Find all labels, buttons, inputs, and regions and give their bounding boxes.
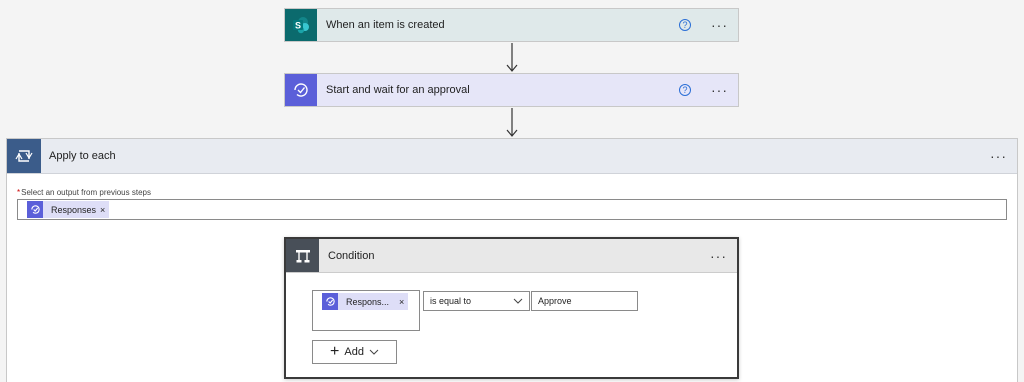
- trigger-card-header[interactable]: S When an item is created ? ···: [285, 9, 738, 41]
- approvals-icon: [322, 293, 338, 310]
- help-icon[interactable]: ?: [679, 19, 691, 31]
- chevron-down-icon: [513, 298, 523, 304]
- condition-header[interactable]: Condition ···: [286, 239, 737, 273]
- remove-token-icon[interactable]: ×: [100, 205, 105, 215]
- condition-left-operand[interactable]: Respons... ×: [312, 290, 420, 331]
- svg-text:S: S: [295, 21, 301, 31]
- condition-icon: [286, 239, 319, 272]
- required-marker: *: [17, 188, 21, 197]
- add-button[interactable]: + Add: [312, 340, 397, 364]
- more-options-icon[interactable]: ···: [990, 149, 1007, 163]
- more-options-icon[interactable]: ···: [711, 18, 728, 32]
- help-icon[interactable]: ?: [679, 84, 691, 96]
- condition-right-operand[interactable]: Approve: [531, 291, 638, 311]
- chevron-down-icon: [369, 349, 379, 355]
- more-options-icon[interactable]: ···: [710, 249, 727, 263]
- trigger-title: When an item is created: [326, 19, 445, 31]
- approval-card[interactable]: Start and wait for an approval ? ···: [284, 73, 739, 107]
- output-field-label-text: Select an output from previous steps: [21, 188, 151, 197]
- sharepoint-icon: S: [285, 9, 317, 41]
- approvals-icon: [285, 74, 317, 106]
- apply-to-each-title: Apply to each: [49, 150, 116, 162]
- flow-arrow-icon: [506, 43, 518, 72]
- token-label: Responses: [51, 204, 97, 215]
- token-label: Respons...: [346, 296, 390, 307]
- add-button-label: Add: [344, 346, 364, 358]
- plus-icon: +: [330, 343, 340, 360]
- condition-title: Condition: [328, 249, 375, 262]
- condition-value: Approve: [538, 296, 572, 306]
- more-options-icon[interactable]: ···: [711, 83, 728, 97]
- operator-dropdown[interactable]: is equal to: [423, 291, 530, 311]
- flow-arrow-icon: [506, 108, 518, 137]
- trigger-card[interactable]: S When an item is created ? ···: [284, 8, 739, 42]
- responses-token[interactable]: Respons... ×: [322, 293, 409, 310]
- apply-to-each-header[interactable]: Apply to each ···: [7, 139, 1017, 174]
- output-field-label: *Select an output from previous steps: [17, 188, 151, 197]
- operator-value: is equal to: [430, 296, 472, 306]
- approval-title: Start and wait for an approval: [326, 84, 470, 96]
- remove-token-icon[interactable]: ×: [399, 297, 404, 307]
- output-field[interactable]: Responses ×: [17, 199, 1007, 220]
- approval-card-header[interactable]: Start and wait for an approval ? ···: [285, 74, 738, 106]
- responses-token[interactable]: Responses ×: [27, 201, 110, 218]
- approvals-icon: [27, 201, 43, 218]
- loop-icon: [7, 139, 41, 173]
